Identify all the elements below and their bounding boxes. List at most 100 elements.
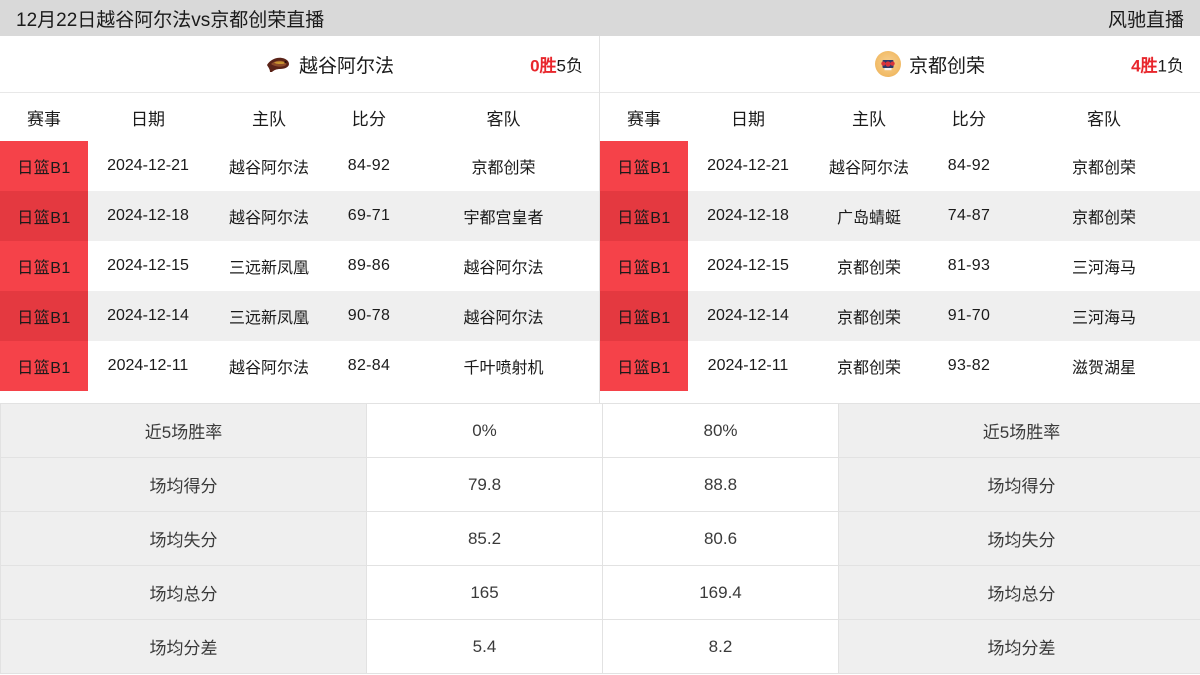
col-header-away-right: 客队: [1008, 93, 1200, 141]
stat-value-left: 165: [366, 565, 603, 620]
stats-row-points-for: 场均得分 79.8 88.8 场均得分: [0, 457, 1200, 512]
cell-away: 三河海马: [1008, 241, 1200, 291]
stat-label-left: 场均失分: [0, 511, 367, 566]
team-identity-left: 越谷阿尔法: [205, 51, 394, 78]
cell-score: 84-92: [930, 141, 1008, 191]
match-table-right: 赛事 日期 主队 比分 客队 日篮B1 2024-12-21 越谷阿尔法 84-…: [600, 93, 1200, 391]
col-header-score-left: 比分: [330, 93, 408, 141]
cell-away: 京都创荣: [1008, 141, 1200, 191]
team-record-left: 0胜5负: [530, 52, 583, 77]
cell-home: 越谷阿尔法: [208, 141, 330, 191]
team-record-right: 4胜1负: [1131, 52, 1184, 77]
table-row[interactable]: 日篮B1 2024-12-21 越谷阿尔法 84-92 京都创荣: [0, 141, 599, 191]
col-header-home-left: 主队: [208, 93, 330, 141]
table-row[interactable]: 日篮B1 2024-12-14 京都创荣 91-70 三河海马: [600, 291, 1200, 341]
stats-row-total-points: 场均总分 165 169.4 场均总分: [0, 565, 1200, 620]
cell-away: 越谷阿尔法: [408, 291, 599, 341]
cell-league: 日篮B1: [600, 141, 688, 191]
cell-date: 2024-12-21: [88, 141, 208, 191]
cell-home: 京都创荣: [808, 241, 930, 291]
col-header-score-right: 比分: [930, 93, 1008, 141]
stat-label-left: 场均得分: [0, 457, 367, 512]
table-row[interactable]: 日篮B1 2024-12-11 京都创荣 93-82 滋贺湖星: [600, 341, 1200, 391]
cell-score: 69-71: [330, 191, 408, 241]
cell-date: 2024-12-18: [688, 191, 808, 241]
stats-row-points-against: 场均失分 85.2 80.6 场均失分: [0, 511, 1200, 566]
cell-away: 京都创荣: [1008, 191, 1200, 241]
cell-score: 84-92: [330, 141, 408, 191]
cell-away: 京都创荣: [408, 141, 599, 191]
cell-away: 千叶喷射机: [408, 341, 599, 391]
cell-league: 日篮B1: [600, 291, 688, 341]
cell-league: 日篮B1: [0, 291, 88, 341]
stats-row-win-rate: 近5场胜率 0% 80% 近5场胜率: [0, 403, 1200, 458]
cell-league: 日篮B1: [0, 191, 88, 241]
table-row[interactable]: 日篮B1 2024-12-14 三远新凤凰 90-78 越谷阿尔法: [0, 291, 599, 341]
table-row[interactable]: 日篮B1 2024-12-15 京都创荣 81-93 三河海马: [600, 241, 1200, 291]
cell-score: 82-84: [330, 341, 408, 391]
cell-home: 京都创荣: [808, 341, 930, 391]
stat-value-right: 80%: [602, 403, 839, 458]
table-header-row-right: 赛事 日期 主队 比分 客队: [600, 93, 1200, 141]
cell-away: 三河海马: [1008, 291, 1200, 341]
koshigaya-alphas-logo-icon: [265, 51, 291, 77]
cell-league: 日篮B1: [600, 341, 688, 391]
stat-value-right: 169.4: [602, 565, 839, 620]
cell-league: 日篮B1: [600, 241, 688, 291]
cell-league: 日篮B1: [600, 191, 688, 241]
stat-label-left: 场均分差: [0, 619, 367, 674]
stat-label-right: 场均分差: [838, 619, 1200, 674]
panel-home-team: 越谷阿尔法 0胜5负 赛事 日期 主队 比分 客队 日篮B1 2024-12-2…: [0, 36, 600, 403]
stats-comparison-table: 近5场胜率 0% 80% 近5场胜率 场均得分 79.8 88.8 场均得分 场…: [0, 403, 1200, 674]
table-row[interactable]: 日篮B1 2024-12-18 越谷阿尔法 69-71 宇都宫皇者: [0, 191, 599, 241]
cell-league: 日篮B1: [0, 141, 88, 191]
stat-label-right: 场均总分: [838, 565, 1200, 620]
stat-value-left: 5.4: [366, 619, 603, 674]
col-header-home-right: 主队: [808, 93, 930, 141]
cell-home: 广岛蜻蜓: [808, 191, 930, 241]
cell-date: 2024-12-18: [88, 191, 208, 241]
cell-date: 2024-12-11: [688, 341, 808, 391]
table-row[interactable]: 日篮B1 2024-12-21 越谷阿尔法 84-92 京都创荣: [600, 141, 1200, 191]
record-losses-left: 5负: [556, 56, 583, 76]
stats-row-point-diff: 场均分差 5.4 8.2 场均分差: [0, 619, 1200, 674]
cell-score: 89-86: [330, 241, 408, 291]
panel-away-team: 京都创荣 4胜1负 赛事 日期 主队 比分 客队 日篮B1 2024-12-21: [600, 36, 1200, 403]
cell-home: 越谷阿尔法: [208, 341, 330, 391]
cell-home: 三远新凤凰: [208, 241, 330, 291]
cell-away: 越谷阿尔法: [408, 241, 599, 291]
cell-date: 2024-12-14: [88, 291, 208, 341]
cell-date: 2024-12-15: [88, 241, 208, 291]
cell-away: 滋贺湖星: [1008, 341, 1200, 391]
table-row[interactable]: 日篮B1 2024-12-18 广岛蜻蜓 74-87 京都创荣: [600, 191, 1200, 241]
record-losses-right: 1负: [1157, 56, 1184, 76]
cell-date: 2024-12-21: [688, 141, 808, 191]
cell-away: 宇都宫皇者: [408, 191, 599, 241]
stat-label-right: 场均失分: [838, 511, 1200, 566]
top-bar: 12月22日越谷阿尔法vs京都创荣直播 风驰直播: [0, 0, 1200, 36]
team-name-right: 京都创荣: [908, 55, 985, 77]
cell-score: 90-78: [330, 291, 408, 341]
team-identity-right: 京都创荣: [815, 51, 985, 78]
page-title: 12月22日越谷阿尔法vs京都创荣直播: [16, 9, 325, 31]
match-table-left: 赛事 日期 主队 比分 客队 日篮B1 2024-12-21 越谷阿尔法 84-…: [0, 93, 599, 391]
cell-date: 2024-12-14: [688, 291, 808, 341]
cell-home: 越谷阿尔法: [808, 141, 930, 191]
stat-value-left: 0%: [366, 403, 603, 458]
table-row[interactable]: 日篮B1 2024-12-15 三远新凤凰 89-86 越谷阿尔法: [0, 241, 599, 291]
stat-value-right: 8.2: [602, 619, 839, 674]
cell-home: 越谷阿尔法: [208, 191, 330, 241]
team-name-left: 越谷阿尔法: [298, 55, 394, 77]
stat-value-right: 88.8: [602, 457, 839, 512]
kyoto-hannaryz-logo-icon: [874, 51, 901, 77]
col-header-date-left: 日期: [88, 93, 208, 141]
cell-score: 93-82: [930, 341, 1008, 391]
record-wins-left: 0胜: [530, 56, 557, 76]
stat-value-left: 85.2: [366, 511, 603, 566]
site-brand: 风驰直播: [1107, 9, 1184, 31]
table-row[interactable]: 日篮B1 2024-12-11 越谷阿尔法 82-84 千叶喷射机: [0, 341, 599, 391]
cell-score: 91-70: [930, 291, 1008, 341]
cell-score: 74-87: [930, 191, 1008, 241]
cell-league: 日篮B1: [0, 241, 88, 291]
cell-home: 三远新凤凰: [208, 291, 330, 341]
